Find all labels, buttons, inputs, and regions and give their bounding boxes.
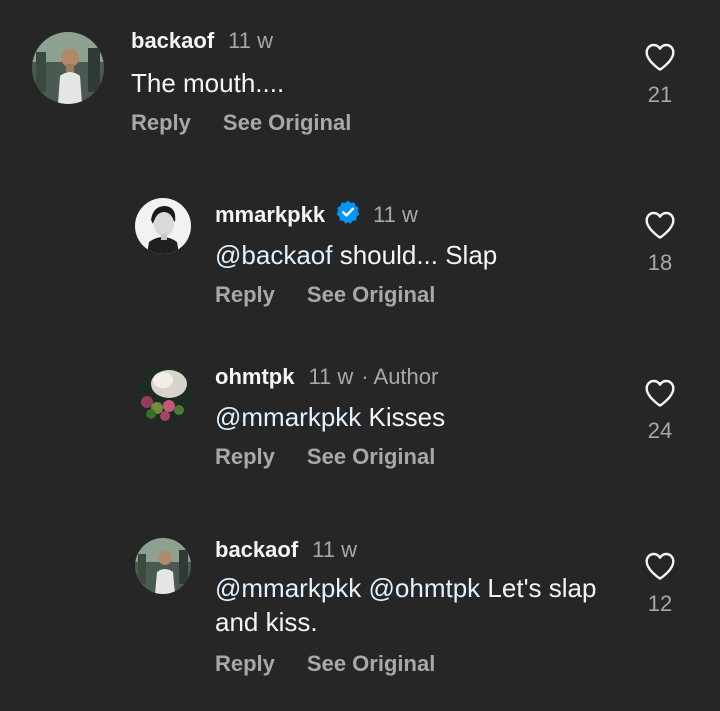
heart-outline-icon[interactable] bbox=[644, 551, 676, 581]
mention-link[interactable]: @mmarkpkk bbox=[215, 573, 361, 603]
reply-button[interactable]: Reply bbox=[215, 651, 275, 677]
heart-outline-icon[interactable] bbox=[644, 42, 676, 72]
like-area: 12 bbox=[642, 551, 678, 617]
heart-outline-icon[interactable] bbox=[644, 210, 676, 240]
comment-text: @mmarkpkk Kisses bbox=[215, 402, 446, 432]
avatar[interactable] bbox=[32, 32, 104, 104]
comment-text: @mmarkpkk @ohmtpk Let's slap and kiss. bbox=[215, 573, 597, 637]
see-original-button[interactable]: See Original bbox=[307, 282, 435, 308]
like-area: 24 bbox=[642, 378, 678, 444]
like-area: 21 bbox=[642, 42, 678, 108]
comment-text: The mouth.... bbox=[131, 68, 285, 98]
see-original-button[interactable]: See Original bbox=[307, 651, 435, 677]
username[interactable]: backaof bbox=[215, 537, 298, 563]
reply-button[interactable]: Reply bbox=[131, 110, 191, 136]
comment-text: @backaof should... Slap bbox=[215, 240, 498, 270]
like-count: 21 bbox=[647, 82, 673, 107]
verified-badge-icon bbox=[336, 200, 360, 224]
avatar[interactable] bbox=[135, 366, 191, 422]
like-count: 24 bbox=[647, 418, 673, 443]
heart-outline-icon[interactable] bbox=[644, 378, 676, 408]
avatar[interactable] bbox=[135, 198, 191, 254]
username[interactable]: backaof bbox=[131, 28, 214, 54]
reply-button[interactable]: Reply bbox=[215, 282, 275, 308]
comment-body: mmarkpkk 11 w @backaof should... Slap Re… bbox=[215, 196, 610, 308]
timestamp: 11 w bbox=[373, 202, 418, 227]
like-count: 18 bbox=[647, 250, 673, 275]
comment-thread: backaof 11 w The mouth.... Reply See Ori… bbox=[0, 0, 720, 711]
timestamp: 11 w bbox=[308, 364, 354, 389]
mention-link[interactable]: @backaof bbox=[215, 240, 332, 270]
username[interactable]: mmarkpkk bbox=[215, 202, 325, 228]
comment-body: backaof 11 w The mouth.... Reply See Ori… bbox=[131, 28, 526, 136]
see-original-button[interactable]: See Original bbox=[223, 110, 351, 136]
timestamp: 11 w bbox=[228, 28, 273, 53]
timestamp: 11 w bbox=[312, 537, 357, 562]
see-original-button[interactable]: See Original bbox=[307, 444, 435, 470]
comment-body: backaof 11 w @mmarkpkk @ohmtpk Let's sla… bbox=[215, 537, 610, 677]
reply-button[interactable]: Reply bbox=[215, 444, 275, 470]
comment-body: ohmtpk 11 w · Author @mmarkpkk Kisses Re… bbox=[215, 364, 610, 470]
like-count: 12 bbox=[647, 591, 673, 616]
mention-link[interactable]: @ohmtpk bbox=[369, 573, 481, 603]
like-area: 18 bbox=[642, 210, 678, 276]
username[interactable]: ohmtpk bbox=[215, 364, 294, 390]
mention-link[interactable]: @mmarkpkk bbox=[215, 402, 361, 432]
author-tag: · Author bbox=[361, 364, 439, 389]
avatar[interactable] bbox=[135, 538, 191, 594]
